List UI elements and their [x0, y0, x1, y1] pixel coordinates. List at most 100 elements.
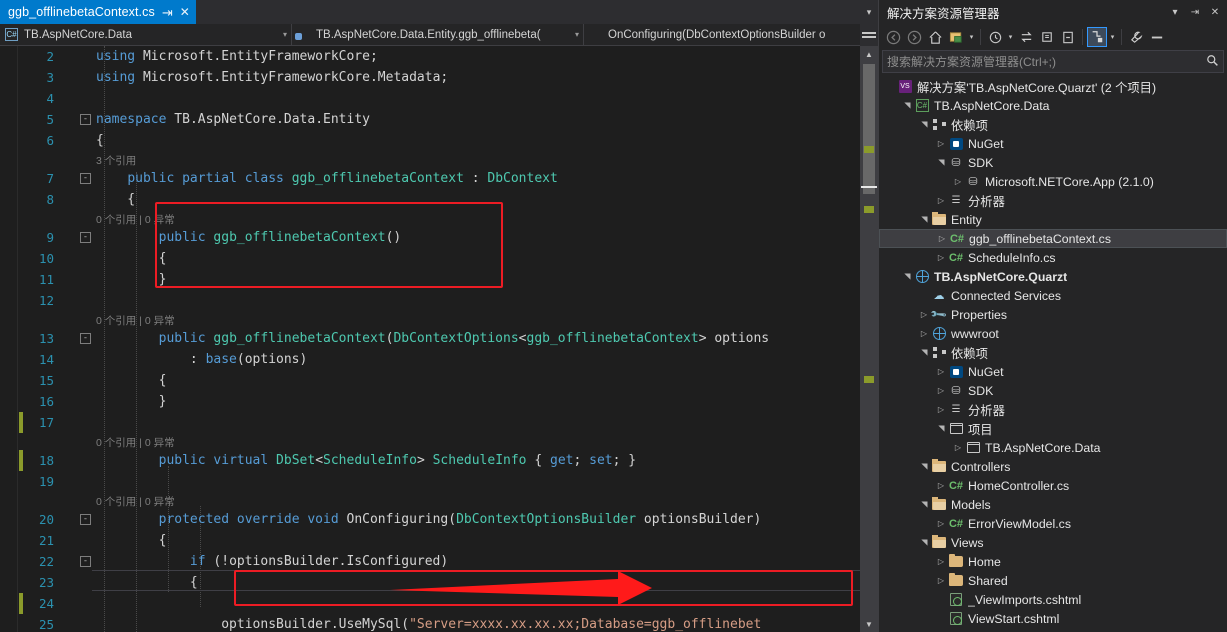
- show-all-files-chevron-down-icon[interactable]: ▾: [1108, 33, 1117, 41]
- collapse-chevron-icon[interactable]: ◢: [937, 156, 946, 170]
- code-line[interactable]: 9 - public ggb_offlinebetaContext(): [0, 227, 878, 248]
- expand-chevron-icon[interactable]: ▷: [934, 196, 948, 205]
- expand-chevron-icon[interactable]: ▷: [934, 386, 948, 395]
- tree-item-errorviewmodel.cs[interactable]: ▷ C# ErrorViewModel.cs: [879, 514, 1227, 533]
- tree-item-microsoft.netcore.app2.1.0[interactable]: ▷ ⛁ Microsoft.NETCore.App (2.1.0): [879, 172, 1227, 191]
- tree-item-homecontroller.cs[interactable]: ▷ C# HomeController.cs: [879, 476, 1227, 495]
- code-line[interactable]: 14 : base(options): [0, 349, 878, 370]
- tree-item-properties[interactable]: ▷ 🔧 Properties: [879, 305, 1227, 324]
- expand-chevron-icon[interactable]: ▷: [934, 367, 948, 376]
- expand-chevron-icon[interactable]: ▷: [934, 139, 948, 148]
- expand-chevron-icon[interactable]: ▷: [934, 519, 948, 528]
- tree-item-sdk[interactable]: ◢ ⛁ SDK: [879, 153, 1227, 172]
- code-line[interactable]: 22 - if (!optionsBuilder.IsConfigured): [0, 551, 878, 572]
- code-line[interactable]: 18 public virtual DbSet<ScheduleInfo> Sc…: [0, 450, 878, 471]
- panel-menu-button[interactable]: ▾: [1167, 3, 1183, 21]
- code-line[interactable]: 21 {: [0, 530, 878, 551]
- show-all-files-button[interactable]: [1087, 27, 1107, 47]
- tree-item-tb.aspnetcore.data[interactable]: ◢ C# TB.AspNetCore.Data: [879, 96, 1227, 115]
- code-line[interactable]: 12: [0, 290, 878, 311]
- chevron-down-icon[interactable]: ▾: [280, 30, 287, 39]
- expand-chevron-icon[interactable]: ▷: [935, 234, 949, 243]
- tree-item-_viewimports.cshtml[interactable]: _ViewImports.cshtml: [879, 590, 1227, 609]
- collapse-all-button[interactable]: [1058, 27, 1078, 47]
- tree-item-connectedservices[interactable]: ☁ Connected Services: [879, 286, 1227, 305]
- tree-item-controllers[interactable]: ◢ Controllers: [879, 457, 1227, 476]
- pin-tab-icon[interactable]: ⇥: [162, 6, 173, 19]
- code-line[interactable]: 16 }: [0, 391, 878, 412]
- pin-panel-button[interactable]: ⇥: [1187, 3, 1203, 21]
- tree-item-views[interactable]: ◢ Views: [879, 533, 1227, 552]
- close-tab-icon[interactable]: ✕: [180, 6, 190, 18]
- code-line[interactable]: 11 }: [0, 269, 878, 290]
- code-line[interactable]: 13 - public ggb_offlinebetaContext(DbCont…: [0, 328, 878, 349]
- tree-item-models[interactable]: ◢ Models: [879, 495, 1227, 514]
- tree-item-nuget[interactable]: ▷ NuGet: [879, 362, 1227, 381]
- expand-chevron-icon[interactable]: ▷: [934, 576, 948, 585]
- expand-chevron-icon[interactable]: ▷: [934, 481, 948, 490]
- tree-item-[interactable]: ▷ ☰ 分析器: [879, 400, 1227, 419]
- code-line[interactable]: 24: [0, 593, 878, 614]
- code-line[interactable]: 8 {: [0, 189, 878, 210]
- code-line[interactable]: 4: [0, 88, 878, 109]
- collapse-region-icon[interactable]: -: [80, 556, 91, 567]
- tree-item-ggb_offlinebetacontext.cs[interactable]: ▷ C# ggb_offlinebetaContext.cs: [879, 229, 1227, 248]
- properties-button[interactable]: [1126, 27, 1146, 47]
- code-line[interactable]: 15 {: [0, 370, 878, 391]
- code-line[interactable]: 3 using Microsoft.EntityFrameworkCore.Met…: [0, 67, 878, 88]
- filter-chevron-down-icon[interactable]: ▾: [1006, 33, 1015, 41]
- expand-chevron-icon[interactable]: ▷: [917, 329, 931, 338]
- preview-selected-items-button[interactable]: [1147, 27, 1167, 47]
- editor-tab-ggb-offlinebetacontext[interactable]: ggb_offlinebetaContext.cs ⇥ ✕: [0, 0, 196, 24]
- tree-item-shared[interactable]: ▷ Shared: [879, 571, 1227, 590]
- close-panel-button[interactable]: ✕: [1207, 3, 1223, 21]
- tree-item-sdk[interactable]: ▷ ⛁ SDK: [879, 381, 1227, 400]
- code-surface[interactable]: 2 using Microsoft.EntityFrameworkCore; 3 us…: [0, 46, 878, 632]
- collapse-chevron-icon[interactable]: ◢: [920, 536, 929, 550]
- tree-item-tb.aspnetcore.data[interactable]: ▷ TB.AspNetCore.Data: [879, 438, 1227, 457]
- tab-overflow-chevron-down-icon[interactable]: ▾: [860, 0, 878, 24]
- sync-with-active-document-button[interactable]: [1016, 27, 1036, 47]
- switch-views-chevron-down-icon[interactable]: ▾: [967, 33, 976, 41]
- tree-item-[interactable]: ▷ ☰ 分析器: [879, 191, 1227, 210]
- pending-changes-filter-button[interactable]: [985, 27, 1005, 47]
- collapse-chevron-icon[interactable]: ◢: [937, 422, 946, 436]
- collapse-region-icon[interactable]: -: [80, 173, 91, 184]
- code-line[interactable]: 7 - public partial class ggb_offlinebetaC…: [0, 168, 878, 189]
- refresh-button[interactable]: [1037, 27, 1057, 47]
- collapse-chevron-icon[interactable]: ◢: [920, 346, 929, 360]
- tree-item-[interactable]: ◢ 依赖项: [879, 343, 1227, 362]
- collapse-region-icon[interactable]: -: [80, 514, 91, 525]
- collapse-chevron-icon[interactable]: ◢: [903, 270, 912, 284]
- tree-item-scheduleinfo.cs[interactable]: ▷ C# ScheduleInfo.cs: [879, 248, 1227, 267]
- tree-item-[interactable]: ◢ 项目: [879, 419, 1227, 438]
- switch-views-button[interactable]: [946, 27, 966, 47]
- tree-item-entity[interactable]: ◢ Entity: [879, 210, 1227, 229]
- tree-item-wwwroot[interactable]: ▷ wwwroot: [879, 324, 1227, 343]
- navbar-type-dropdown[interactable]: TB.AspNetCore.Data.Entity.ggb_offlinebet…: [292, 24, 584, 45]
- code-line[interactable]: 2 using Microsoft.EntityFrameworkCore;: [0, 46, 878, 67]
- code-line[interactable]: 5 - namespace TB.AspNetCore.Data.Entity: [0, 109, 878, 130]
- scroll-down-arrow-icon[interactable]: ▼: [860, 616, 878, 632]
- expand-chevron-icon[interactable]: ▷: [934, 557, 948, 566]
- navbar-member-dropdown[interactable]: OnConfiguring(DbContextOptionsBuilder o …: [584, 24, 878, 45]
- code-line[interactable]: 6{: [0, 130, 878, 151]
- search-icon[interactable]: [1204, 54, 1219, 70]
- expand-chevron-icon[interactable]: ▷: [934, 253, 948, 262]
- collapse-chevron-icon[interactable]: ◢: [903, 99, 912, 113]
- expand-chevron-icon[interactable]: ▷: [951, 177, 965, 186]
- expand-chevron-icon[interactable]: ▷: [934, 405, 948, 414]
- back-button[interactable]: [883, 27, 903, 47]
- tree-item-tb.aspnetcore.quarzt[interactable]: ◢ TB.AspNetCore.Quarzt: [879, 267, 1227, 286]
- code-line[interactable]: 23 {: [0, 572, 878, 593]
- tree-item-[interactable]: ◢ 依赖项: [879, 115, 1227, 134]
- solution-explorer-tree[interactable]: VS 解决方案'TB.AspNetCore.Quarzt' (2 个项目) ◢ C# T…: [879, 75, 1227, 632]
- search-input[interactable]: [887, 54, 1204, 69]
- collapse-chevron-icon[interactable]: ◢: [920, 213, 929, 227]
- code-line[interactable]: 20 - protected override void OnConfigurin…: [0, 509, 878, 530]
- solution-explorer-search-box[interactable]: [882, 50, 1224, 73]
- collapse-chevron-icon[interactable]: ◢: [920, 460, 929, 474]
- collapse-region-icon[interactable]: -: [80, 232, 91, 243]
- collapse-chevron-icon[interactable]: ◢: [920, 498, 929, 512]
- tree-item-home[interactable]: ▷ Home: [879, 552, 1227, 571]
